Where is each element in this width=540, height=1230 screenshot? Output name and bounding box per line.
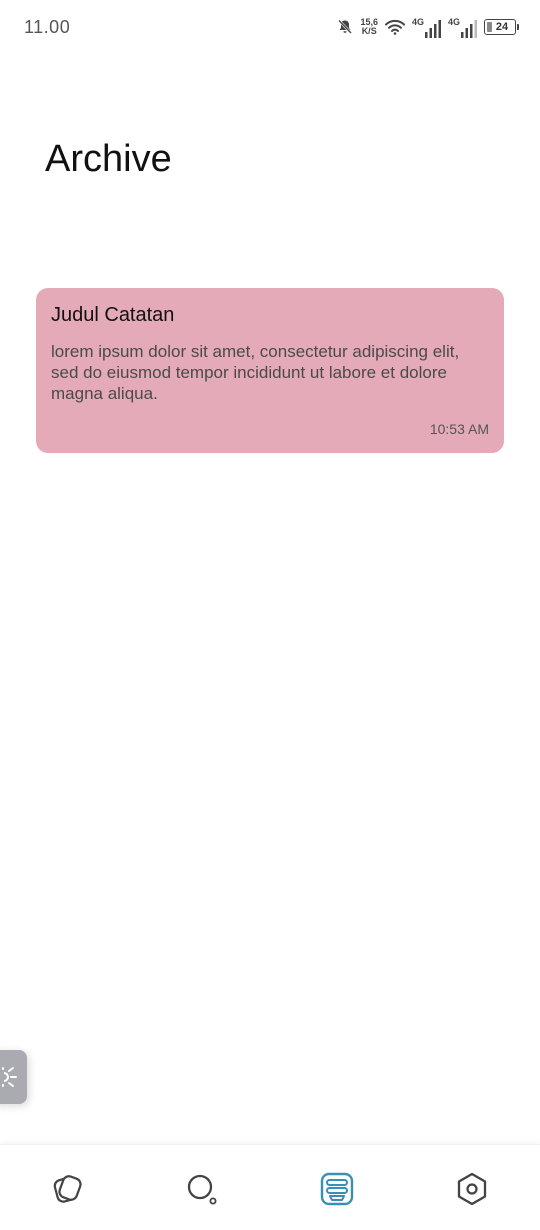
note-time: 10:53 AM [429, 421, 489, 437]
settings-icon [457, 1172, 487, 1206]
archive-icon [320, 1172, 354, 1206]
status-icons: 15,6 K/S 4G 4G 24 [337, 14, 519, 40]
search-icon [187, 1174, 217, 1205]
theme-toggle-button[interactable] [0, 1050, 27, 1104]
nav-search-button[interactable] [184, 1171, 220, 1207]
nav-settings-button[interactable] [454, 1171, 490, 1207]
network-type-1: 4G [411, 16, 424, 27]
signal-bars-icon [424, 19, 441, 38]
note-card[interactable]: Judul Catatan lorem ipsum dolor sit amet… [36, 288, 504, 453]
status-time: 11.00 [24, 17, 71, 37]
note-body: lorem ipsum dolor sit amet, consectetur … [51, 342, 460, 403]
signal-1: 4G [412, 17, 441, 38]
status-bar: 11.00 15,6 K/S 4G 4G 24 [0, 0, 540, 56]
network-speed: 15,6 K/S [360, 18, 378, 36]
mute-bell-icon [337, 19, 353, 35]
nav-archive-button[interactable] [319, 1171, 355, 1207]
signal-bars-icon [461, 19, 477, 38]
nav-notes-button[interactable] [49, 1171, 85, 1207]
theme-toggle-icon [2, 1067, 17, 1087]
battery-indicator: 24 [484, 19, 519, 35]
signal-2: 4G [448, 17, 477, 38]
notes-icon [53, 1175, 82, 1203]
bottom-navigation [0, 1144, 540, 1230]
note-title: Judul Catatan [51, 304, 175, 326]
speed-unit: K/S [361, 26, 377, 36]
battery-percent: 24 [495, 21, 509, 33]
network-type-2: 4G [447, 16, 460, 27]
wifi-icon [384, 19, 405, 35]
page-title: Archive [45, 138, 172, 180]
